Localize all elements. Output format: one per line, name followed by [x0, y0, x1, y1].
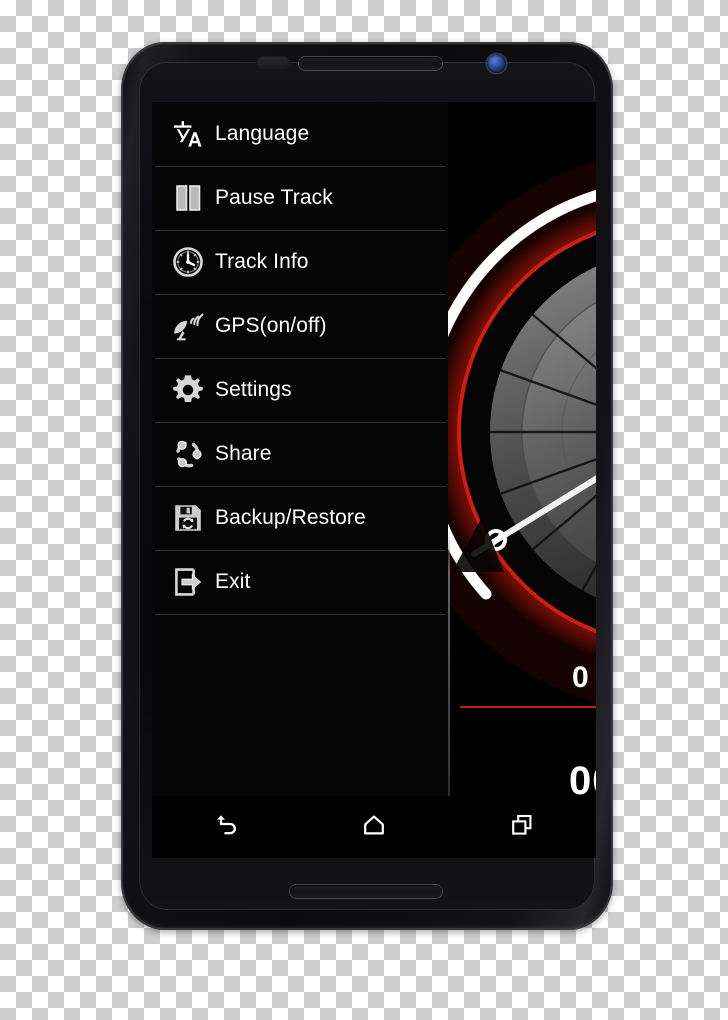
- menu-item-label: Track Info: [215, 250, 309, 273]
- clock-icon: [161, 239, 215, 285]
- nav-home-button[interactable]: [300, 796, 448, 858]
- menu-item-label: Backup/Restore: [215, 506, 366, 529]
- nav-back-button[interactable]: [152, 796, 300, 858]
- image-canvas: 0 00: [0, 0, 728, 1020]
- menu-item-label: Settings: [215, 378, 292, 401]
- overflow-menu-panel: Language Pause Track Track Info GPS(on/o…: [152, 102, 448, 858]
- recents-icon: [508, 811, 536, 844]
- gear-icon: [161, 367, 215, 413]
- floppy-disk-refresh-icon: [161, 495, 215, 541]
- android-navigation-bar: [152, 796, 596, 858]
- menu-item-label: Exit: [215, 570, 251, 593]
- home-icon: [360, 811, 388, 844]
- menu-item-language[interactable]: Language: [152, 102, 448, 166]
- speed-readout-secondary: 0: [572, 661, 590, 694]
- bottom-speaker: [290, 885, 442, 898]
- menu-item-settings[interactable]: Settings: [152, 358, 448, 422]
- nav-recents-button[interactable]: [448, 796, 596, 858]
- share-icon: [161, 431, 215, 477]
- menu-item-label: GPS(on/off): [215, 314, 327, 337]
- satellite-dish-icon: [161, 303, 215, 349]
- menu-item-exit[interactable]: Exit: [152, 550, 448, 614]
- front-camera-icon: [487, 54, 506, 73]
- menu-item-backup-restore[interactable]: Backup/Restore: [152, 486, 448, 550]
- phone-screen: 0 00: [152, 102, 596, 858]
- menu-item-pause-track[interactable]: Pause Track: [152, 166, 448, 230]
- pause-icon: [161, 175, 215, 221]
- earpiece-speaker: [299, 57, 442, 70]
- menu-item-label: Language: [215, 122, 310, 145]
- back-arrow-icon: [212, 811, 240, 844]
- menu-item-gps-toggle[interactable]: GPS(on/off): [152, 294, 448, 358]
- proximity-sensor: [256, 56, 290, 71]
- menu-item-label: Pause Track: [215, 186, 333, 209]
- exit-door-arrow-icon: [161, 559, 215, 605]
- overflow-menu-list: Language Pause Track Track Info GPS(on/o…: [152, 102, 448, 615]
- menu-item-label: Share: [215, 442, 272, 465]
- translate-icon: [161, 111, 215, 157]
- phone-device: 0 00: [121, 42, 613, 930]
- menu-item-share[interactable]: Share: [152, 422, 448, 486]
- readout-red-underline: [460, 706, 596, 708]
- menu-item-track-info[interactable]: Track Info: [152, 230, 448, 294]
